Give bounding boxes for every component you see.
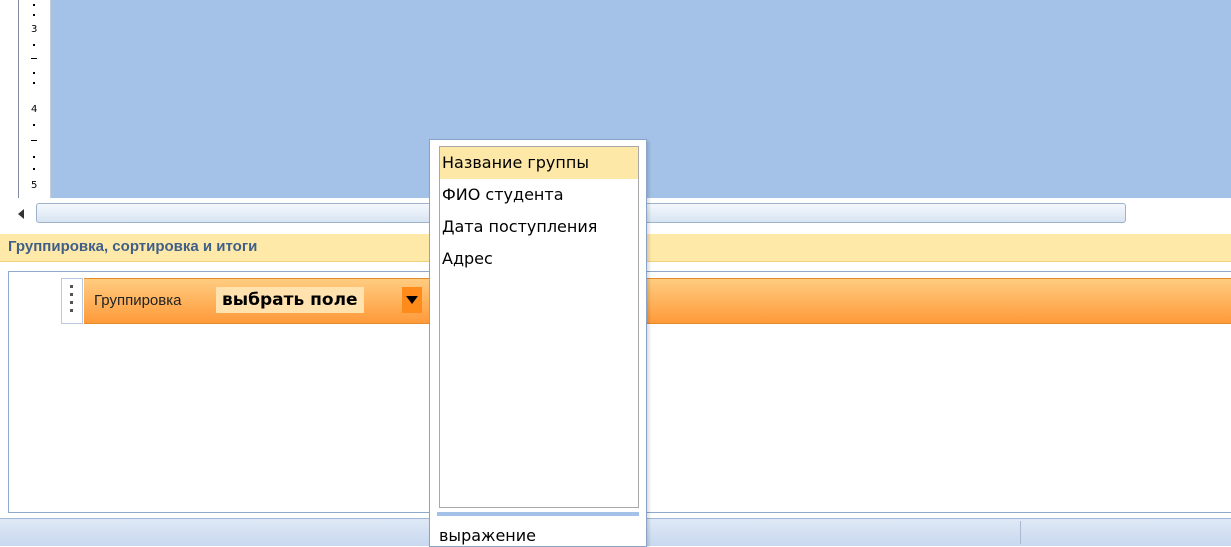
field-option[interactable]: ФИО студента — [440, 179, 638, 211]
field-option[interactable]: Адрес — [440, 243, 638, 275]
scroll-left-arrow-icon[interactable] — [16, 207, 28, 221]
field-select[interactable]: выбрать поле — [216, 287, 364, 313]
grouping-label: Группировка — [94, 292, 182, 309]
status-separator — [1020, 521, 1021, 544]
drag-handle-icon[interactable] — [61, 278, 83, 324]
field-list: Название группы ФИО студента Дата поступ… — [439, 146, 639, 508]
dropdown-arrow-icon[interactable] — [402, 287, 422, 313]
grouping-row[interactable]: Группировка выбрать поле — [84, 278, 1231, 324]
ruler-label-4: 4 — [31, 104, 38, 115]
expression-option[interactable]: выражение — [439, 526, 536, 545]
ruler-label-5: 5 — [31, 180, 38, 191]
field-dropdown-popup: Название группы ФИО студента Дата поступ… — [429, 139, 647, 547]
vertical-ruler: 3 4 5 — [8, 0, 51, 198]
field-option[interactable]: Название группы — [440, 147, 638, 179]
panel-title: Группировка, сортировка и итоги — [8, 238, 258, 255]
ruler-label-3: 3 — [31, 24, 38, 35]
dropdown-separator — [437, 512, 639, 516]
field-option[interactable]: Дата поступления — [440, 211, 638, 243]
